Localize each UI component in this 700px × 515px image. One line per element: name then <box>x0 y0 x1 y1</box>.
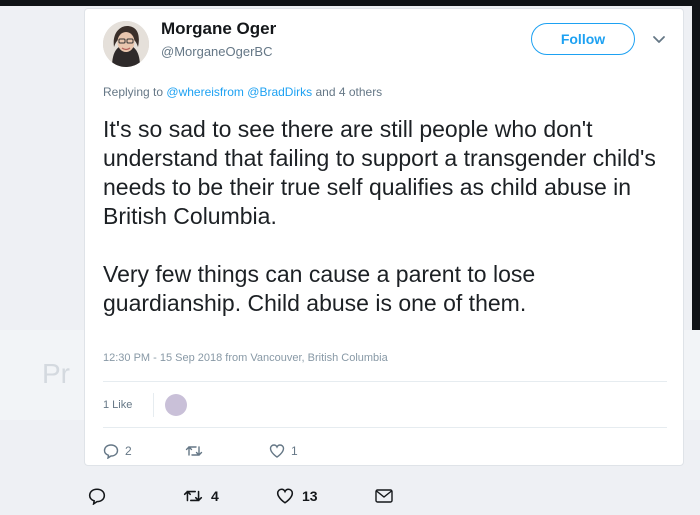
mention-link-whereisfrom[interactable]: @whereisfrom <box>166 85 244 99</box>
reply-count: 2 <box>125 444 132 458</box>
tweet-paragraph-2: Very few things can cause a parent to lo… <box>103 261 536 316</box>
divider <box>103 427 667 428</box>
heart-icon <box>276 488 294 504</box>
author-handle[interactable]: @MorganeOgerBC <box>161 44 272 59</box>
reply-icon <box>103 444 119 459</box>
divider <box>103 381 667 382</box>
parent-retweet-action[interactable]: 4 <box>183 487 219 505</box>
tweet-text: It's so sad to see there are still peopl… <box>103 115 663 318</box>
parent-like-count: 13 <box>302 488 318 504</box>
chevron-down-icon[interactable] <box>651 31 667 47</box>
divider <box>153 393 154 417</box>
direct-message-action[interactable] <box>374 487 394 505</box>
like-count: 1 <box>291 444 298 458</box>
retweet-icon <box>185 446 203 456</box>
likes-count[interactable]: 1 Like <box>103 399 132 411</box>
liker-avatar[interactable] <box>165 394 187 416</box>
avatar[interactable] <box>103 21 149 67</box>
envelope-icon <box>375 489 393 503</box>
tweet-paragraph-1: It's so sad to see there are still peopl… <box>103 116 656 229</box>
like-action[interactable]: 1 <box>269 443 298 459</box>
window-top-edge <box>0 0 700 6</box>
retweet-icon <box>183 490 203 502</box>
parent-retweet-count: 4 <box>211 488 219 504</box>
background-partial-text: Pr <box>42 358 70 389</box>
mention-link-braddirks[interactable]: @BradDirks <box>247 85 312 99</box>
tweet-card: Morgane Oger @MorganeOgerBC Follow Reply… <box>84 8 684 466</box>
retweet-action[interactable] <box>185 443 209 459</box>
parent-like-action[interactable]: 13 <box>276 487 318 505</box>
follow-button[interactable]: Follow <box>531 23 635 55</box>
replying-suffix[interactable]: and 4 others <box>315 85 382 99</box>
reply-icon <box>88 488 106 505</box>
heart-icon <box>269 444 285 458</box>
author-display-name[interactable]: Morgane Oger <box>161 19 276 39</box>
reply-action[interactable]: 2 <box>103 443 132 459</box>
replying-prefix: Replying to <box>103 85 164 99</box>
tweet-timestamp[interactable]: 12:30 PM - 15 Sep 2018 from Vancouver, B… <box>103 352 388 364</box>
parent-reply-action[interactable] <box>88 487 114 505</box>
replying-to-line: Replying to @whereisfrom @BradDirks and … <box>103 85 382 99</box>
